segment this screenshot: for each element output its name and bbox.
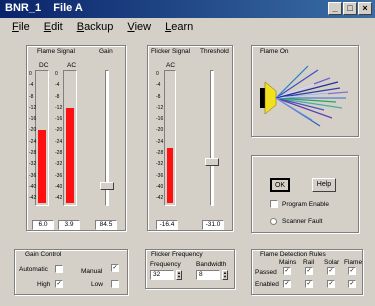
dc-meter (35, 70, 49, 206)
flame-on-title: Flame On (260, 48, 289, 55)
gain-slider-thumb[interactable] (100, 181, 114, 190)
scanner-fault-label: Scanner Fault (282, 218, 323, 225)
flicker-ticks: 0 -4 -8 -12 -16 -20 -24 -28 -32 -36 -40 -42 (156, 71, 164, 208)
flicker-frequency-group: Flicker Frequency Frequency Bandwidth 32… (145, 249, 235, 289)
enabled-rail-checkbox[interactable]: ✓ (305, 280, 313, 288)
passed-solar-checkbox[interactable]: ✓ (327, 267, 335, 275)
flicker-signal-group: Flicker Signal Threshold AC 0 -4 -8 -12 -16-… (147, 45, 233, 231)
program-enable-checkbox[interactable] (270, 200, 278, 208)
tick-label: -32 (55, 161, 63, 168)
low-label: Low (91, 281, 103, 288)
gain-readout: 84.5 (95, 220, 117, 230)
passed-flame-checkbox[interactable]: ✓ (348, 267, 356, 275)
bandwidth-label: Bandwidth (196, 261, 227, 268)
dc-readout: 6.0 (32, 220, 54, 230)
ac-label: AC (67, 62, 77, 69)
bandwidth-spinner[interactable]: ▲ ▼ (222, 270, 228, 280)
col-mains: Mains (279, 259, 297, 266)
tick-label: -32 (156, 161, 164, 168)
automatic-label: Automatic (19, 266, 48, 273)
tick-label: -4 (55, 82, 60, 89)
gain-control-group: Gain Control Automatic Manual ✓ High ✓ L… (14, 249, 128, 295)
tick-label: -4 (29, 82, 34, 89)
dc-level-bar (38, 130, 46, 203)
frequency-label: Frequency (150, 261, 181, 268)
frequency-input[interactable]: 32 (150, 270, 174, 280)
ok-button[interactable]: OK (270, 178, 290, 192)
scanner-fault-radio[interactable] (270, 218, 277, 225)
program-enable-label: Program Enable (282, 201, 329, 208)
col-solar: Solar (324, 259, 340, 266)
enabled-flame-checkbox[interactable]: ✓ (348, 280, 356, 288)
tick-label: -42 (29, 195, 37, 202)
menu-learn[interactable]: Learn (165, 21, 193, 33)
col-flame: Flame (344, 259, 363, 266)
dc-label: DC (39, 62, 49, 69)
high-checkbox[interactable]: ✓ (55, 280, 63, 288)
threshold-title: Threshold (200, 48, 229, 55)
minimize-button[interactable]: _ (328, 2, 342, 15)
flame-icon (260, 65, 349, 127)
low-checkbox[interactable] (111, 280, 119, 288)
dc-ticks: 0 -4 -8 -12 -16 -20 -24 -28 -32 -36 -40 -42 (29, 71, 37, 208)
enabled-mains-checkbox[interactable]: ✓ (283, 280, 291, 288)
tick-label: -42 (55, 195, 63, 202)
flicker-meter (164, 70, 176, 206)
close-button[interactable]: × (358, 2, 372, 15)
flame-signal-title: Flame Signal (37, 48, 75, 55)
frequency-spinner[interactable]: ▲ ▼ (176, 270, 182, 280)
menu-edit[interactable]: Edit (44, 21, 63, 33)
threshold-slider-track (210, 70, 214, 206)
menu-bar: File Edit Backup View Learn (0, 18, 375, 35)
threshold-slider-thumb[interactable] (205, 158, 219, 167)
flame-on-group: Flame On (251, 45, 359, 137)
flicker-signal-title: Flicker Signal (151, 48, 191, 55)
manual-label: Manual (81, 268, 103, 275)
automatic-checkbox[interactable] (55, 265, 63, 273)
help-button[interactable]: Help (312, 178, 336, 192)
flame-detection-rules-title: Flame Detection Rules (260, 251, 326, 258)
col-rail: Rail (303, 259, 315, 266)
ac-meter (63, 70, 77, 206)
gain-title: Gain (99, 48, 113, 55)
tick-label: -32 (29, 161, 37, 168)
ac-level-bar (66, 107, 74, 203)
title-bar: BNR_1 File A _ □ × (0, 0, 375, 18)
high-label: High (37, 281, 51, 288)
menu-backup[interactable]: Backup (77, 21, 114, 33)
window-title: BNR_1 File A (5, 2, 83, 14)
passed-rail-checkbox[interactable]: ✓ (305, 267, 313, 275)
row-enabled: Enabled (255, 281, 279, 288)
enabled-solar-checkbox[interactable]: ✓ (327, 280, 335, 288)
menu-view[interactable]: View (127, 21, 151, 33)
row-passed: Passed (255, 269, 277, 276)
threshold-readout: -31.0 (202, 220, 224, 230)
flicker-frequency-title: Flicker Frequency (151, 251, 203, 258)
passed-mains-checkbox[interactable]: ✓ (283, 267, 291, 275)
flicker-readout: -16.4 (156, 220, 178, 230)
flame-detection-rules-group: Flame Detection Rules Mains Rail Solar F… (251, 249, 363, 295)
tick-label: -42 (156, 195, 164, 202)
maximize-button[interactable]: □ (343, 2, 357, 15)
manual-checkbox[interactable]: ✓ (111, 264, 119, 272)
flicker-ac-label: AC (166, 62, 176, 69)
menu-file[interactable]: File (12, 21, 30, 33)
actions-group: OK Help Program Enable Scanner Fault (251, 155, 359, 233)
ac-ticks: 0 -4 -8 -12 -16 -20 -24 -28 -32 -36 -40 -42 (55, 71, 63, 208)
gain-control-title: Gain Control (25, 251, 62, 258)
flicker-level-bar (167, 147, 173, 203)
tick-label: -4 (156, 82, 161, 89)
flame-signal-group: Flame Signal Gain DC AC 0 -4 -8 -12 -16 -20 -2… (26, 45, 126, 231)
ac-readout: 3.9 (58, 220, 80, 230)
bandwidth-input[interactable]: 8 (196, 270, 220, 280)
